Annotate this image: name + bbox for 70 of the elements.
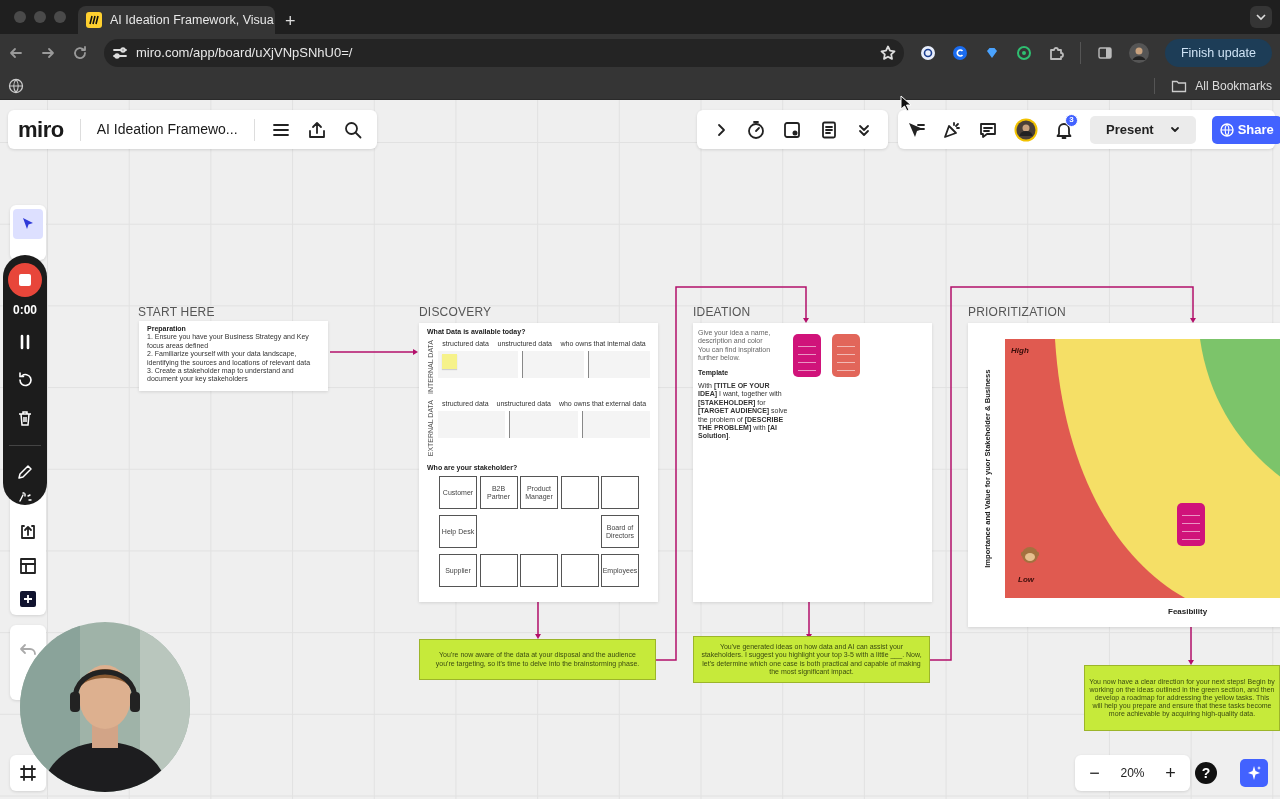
extension-icon[interactable] <box>1015 45 1032 61</box>
back-icon[interactable] <box>8 45 24 61</box>
search-icon[interactable] <box>342 119 363 140</box>
party-popper-icon[interactable] <box>942 119 962 140</box>
monkey-icon <box>1021 546 1039 564</box>
profile-avatar-icon[interactable] <box>1128 43 1149 63</box>
tab-list-icon[interactable] <box>1250 6 1272 28</box>
globe-icon[interactable] <box>8 77 24 94</box>
upload-icon[interactable] <box>306 119 327 140</box>
browser-tab[interactable]: AI Ideation Framework, Visua <box>78 6 275 34</box>
empty-card <box>520 554 558 587</box>
empty-card <box>560 476 599 509</box>
recording-time: 0:00 <box>13 302 37 319</box>
sticky-note <box>442 353 457 369</box>
card-icon[interactable] <box>782 119 803 140</box>
bookmark-star-icon[interactable] <box>879 45 896 61</box>
new-tab-button[interactable]: + <box>285 8 296 35</box>
bookmarks-folder[interactable]: All Bookmarks <box>1171 76 1272 95</box>
select-tool-button[interactable] <box>13 209 43 239</box>
axis-end-label: Low <box>1018 574 1034 586</box>
frame-icon[interactable] <box>19 764 37 782</box>
url-text: miro.com/app/board/uXjVNpSNhU0=/ <box>136 44 354 63</box>
site-settings-icon[interactable] <box>112 45 128 61</box>
notification-badge: 3 <box>1065 113 1078 127</box>
help-button[interactable]: ? <box>1195 762 1217 784</box>
extension-icon[interactable] <box>919 45 936 61</box>
zoom-level[interactable]: 20% <box>1120 764 1145 782</box>
add-icon[interactable] <box>20 591 36 607</box>
user-avatar-icon[interactable] <box>1014 117 1038 142</box>
table-cell <box>509 410 578 438</box>
layout-icon[interactable] <box>19 557 37 575</box>
share-button[interactable]: Share <box>1211 115 1280 144</box>
sparkle-icon[interactable] <box>18 492 32 502</box>
zoom-out-button[interactable]: − <box>1089 759 1100 787</box>
empty-card <box>601 476 639 509</box>
section-heading: DISCOVERY <box>419 304 492 321</box>
connector-arrow <box>535 601 541 639</box>
upload-frame-icon[interactable] <box>19 523 37 541</box>
folder-icon <box>1171 78 1188 93</box>
address-bar[interactable]: miro.com/app/board/uXjVNpSNhU0=/ <box>104 39 904 67</box>
empty-card <box>479 554 518 587</box>
extension-icon[interactable] <box>951 45 968 61</box>
axis-label: Feasibility <box>1168 606 1208 618</box>
table-cell <box>588 350 650 378</box>
ai-assist-button[interactable] <box>1240 759 1268 787</box>
table-cell <box>581 410 650 438</box>
stop-recording-button[interactable] <box>8 263 42 297</box>
puzzle-icon[interactable] <box>1047 45 1064 61</box>
board-title[interactable]: AI Ideation Framewo... <box>96 119 238 140</box>
reload-icon[interactable] <box>72 45 88 61</box>
globe-icon <box>1219 122 1234 137</box>
present-button[interactable]: Present <box>1090 115 1196 144</box>
section-heading: PRIORITIZATION <box>968 304 1066 321</box>
finish-update-button[interactable]: Finish update <box>1164 39 1272 67</box>
trash-icon[interactable] <box>16 409 34 427</box>
board-logo-icon <box>86 12 102 28</box>
restart-icon[interactable] <box>16 371 34 389</box>
empty-card <box>560 554 599 587</box>
stop-icon <box>8 263 42 297</box>
axis-end-label: High <box>1011 345 1029 357</box>
zoom-in-button[interactable]: + <box>1165 759 1176 787</box>
side-panel-icon[interactable] <box>1096 45 1113 61</box>
table-cell <box>522 350 584 378</box>
caret-icon <box>1169 124 1180 135</box>
forward-icon[interactable] <box>40 45 56 61</box>
board-logo[interactable]: miro <box>18 113 64 146</box>
pen-icon[interactable] <box>16 463 34 481</box>
section-heading: IDEATION <box>693 304 751 321</box>
timer-icon[interactable] <box>745 119 766 140</box>
section-heading: START HERE <box>138 304 215 321</box>
